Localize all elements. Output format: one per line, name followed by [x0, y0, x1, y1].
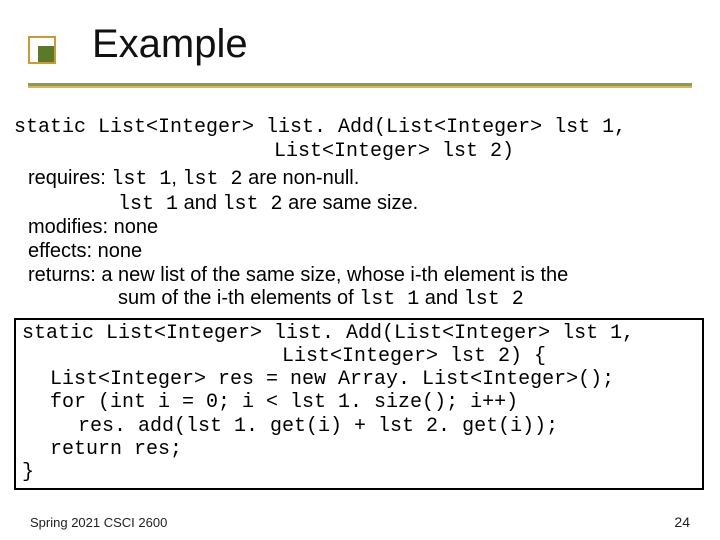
footer-course: Spring 2021 CSCI 2600 [30, 515, 167, 530]
code-line-5: res. add(lst 1. get(i) + lst 2. get(i)); [22, 415, 696, 438]
code-line-2: List<Integer> lst 2) { [22, 345, 696, 368]
code-line-7: } [22, 461, 34, 484]
signature-line-1: static List<Integer> list. Add(List<Inte… [14, 116, 626, 139]
requires-code-1: lst 1 [111, 168, 171, 191]
requires-clause: requires: lst 1, lst 2 are non-null. [28, 167, 706, 192]
slide-body: static List<Integer> list. Add(List<Inte… [14, 116, 706, 490]
implementation-code-box: static List<Integer> list. Add(List<Inte… [14, 318, 704, 490]
requires-code-4: lst 2 [223, 193, 283, 216]
code-line-4: for (int i = 0; i < lst 1. size(); i++) [22, 391, 696, 414]
signature-line-2: List<Integer> lst 2) [14, 140, 706, 164]
requires-code-3: lst 1 [118, 193, 178, 216]
title-underline-accent [28, 86, 692, 88]
returns-keyword: returns: [28, 264, 96, 286]
returns-text-1: a new list of the same size, whose i-th … [96, 264, 568, 286]
returns-line-2: sum of the i-th elements of lst 1 and ls… [28, 287, 706, 312]
returns-text-2a: sum of the i-th elements of [118, 287, 359, 309]
modifies-text: none [108, 216, 158, 238]
returns-text-2c: and [419, 287, 463, 309]
requires-text-2d: are same size. [283, 192, 419, 214]
requires-text-2b: and [178, 192, 222, 214]
modifies-keyword: modifies: [28, 216, 108, 238]
modifies-clause: modifies: none [28, 216, 706, 240]
returns-code-1: lst 1 [359, 288, 419, 311]
code-line-6: return res; [22, 438, 696, 461]
returns-clause: returns: a new list of the same size, wh… [28, 264, 706, 288]
requires-text-1d: are non-null. [243, 167, 360, 189]
requires-keyword: requires: [28, 167, 106, 189]
code-line-1: static List<Integer> list. Add(List<Inte… [22, 322, 634, 345]
returns-code-2: lst 2 [464, 288, 524, 311]
effects-text: none [92, 240, 142, 262]
code-line-3: List<Integer> res = new Array. List<Inte… [22, 368, 696, 391]
effects-clause: effects: none [28, 240, 706, 264]
requires-text-1b: , [171, 167, 182, 189]
slide-number: 24 [674, 514, 690, 530]
slide-title: Example [92, 22, 248, 67]
requires-code-2: lst 2 [183, 168, 243, 191]
title-bullet-icon [28, 36, 54, 62]
slide: Example static List<Integer> list. Add(L… [0, 0, 720, 540]
specification-block: requires: lst 1, lst 2 are non-null. lst… [14, 167, 706, 312]
requires-line-2: lst 1 and lst 2 are same size. [28, 192, 706, 217]
method-signature: static List<Integer> list. Add(List<Inte… [14, 116, 706, 163]
effects-keyword: effects: [28, 240, 92, 262]
